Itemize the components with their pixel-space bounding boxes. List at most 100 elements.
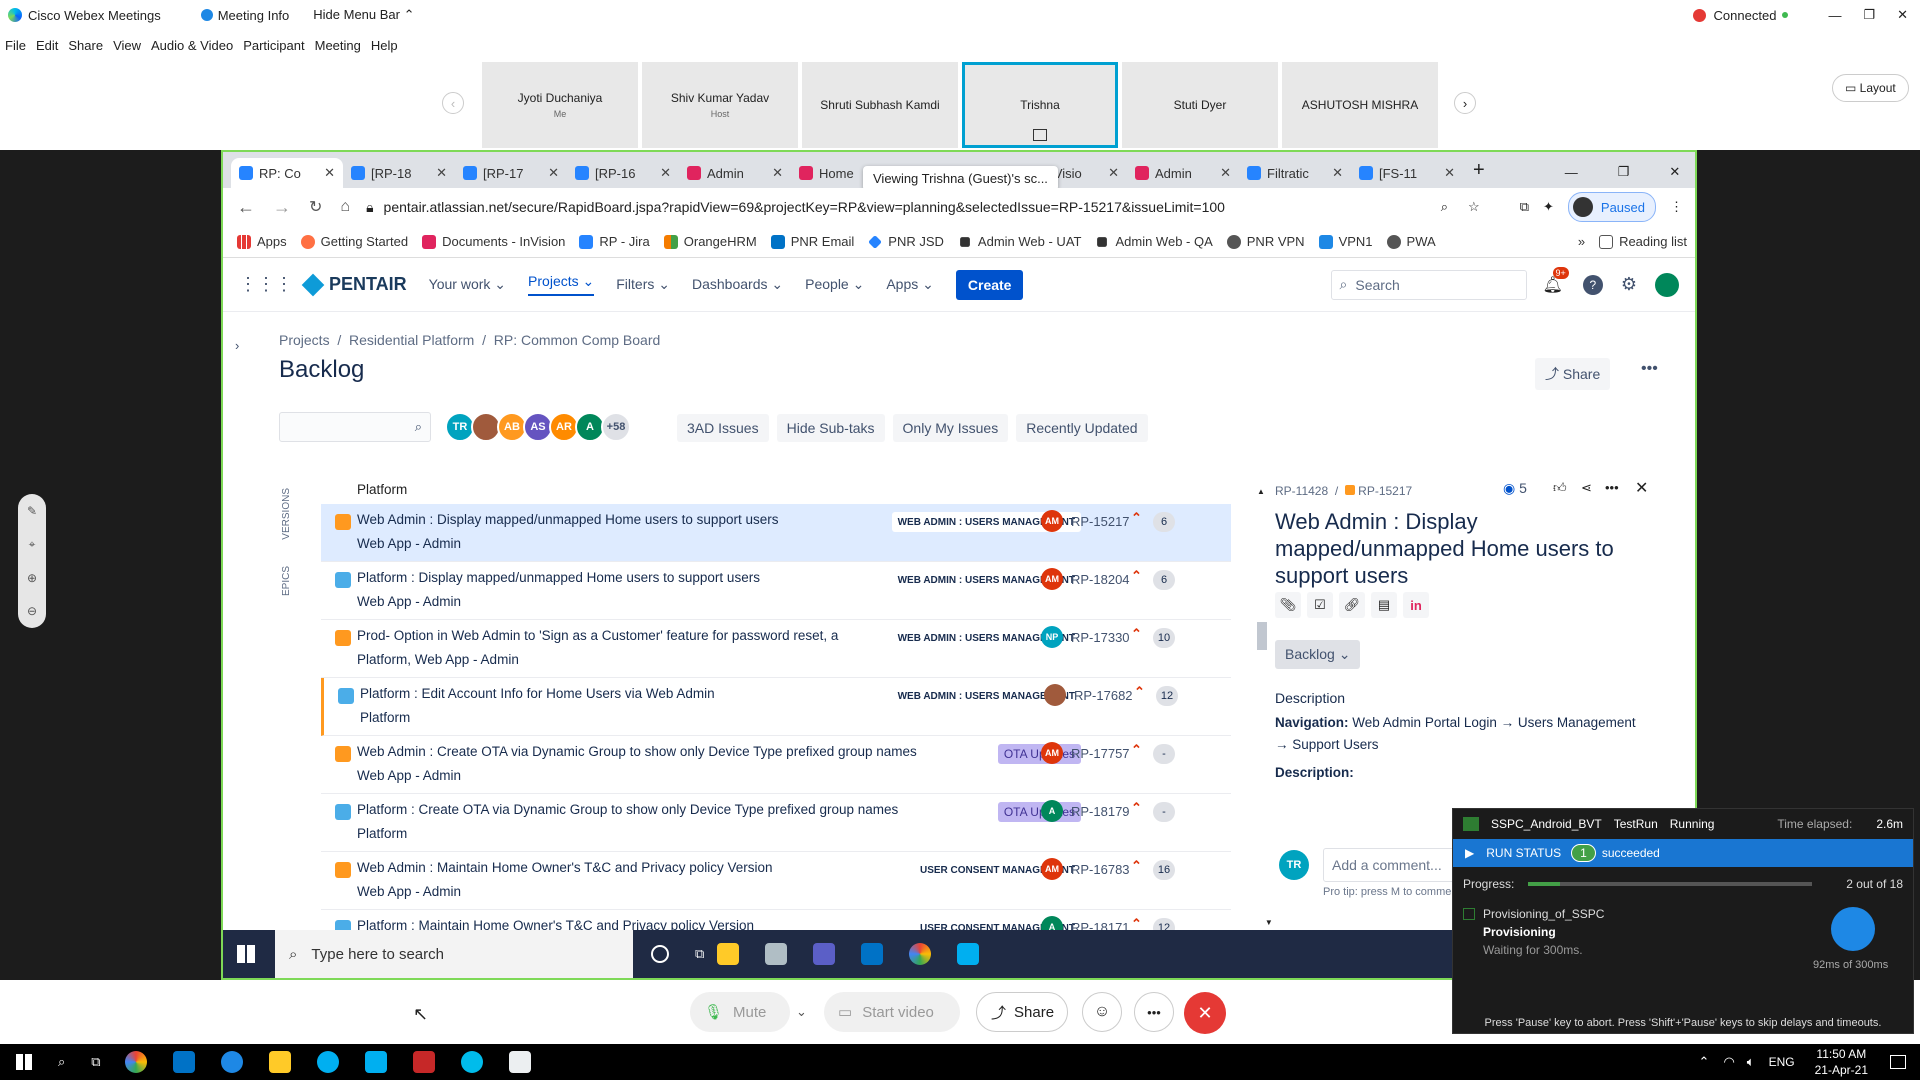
share-button[interactable]: ⤴ Share bbox=[1535, 358, 1611, 390]
list-scrollbar[interactable]: ▲ ▼ bbox=[1257, 482, 1273, 930]
leave-meeting-icon[interactable]: ✕ bbox=[1184, 992, 1226, 1034]
puzzle-icon[interactable]: ✦ bbox=[1543, 199, 1554, 215]
task-view-icon[interactable]: ⧉ bbox=[91, 1054, 100, 1070]
outlook-icon[interactable] bbox=[172, 1051, 195, 1073]
issue-key[interactable]: RP-17682 bbox=[1074, 688, 1133, 703]
bookmark-item[interactable]: Documents - InVision bbox=[422, 234, 565, 249]
menu-help[interactable]: Help bbox=[371, 38, 398, 53]
menu-participant[interactable]: Participant bbox=[243, 38, 304, 53]
versions-tab[interactable]: VERSIONS bbox=[281, 488, 292, 540]
table-row[interactable]: Web Admin : Display mapped/unmapped Home… bbox=[321, 504, 1231, 562]
browser-tab[interactable]: Admin ✕ bbox=[1127, 158, 1239, 188]
reload-icon[interactable]: ↻ bbox=[309, 197, 322, 217]
like-icon[interactable]: 👍︎ bbox=[1553, 480, 1567, 496]
webex-icon[interactable] bbox=[460, 1051, 483, 1073]
scroll-thumb[interactable] bbox=[1257, 622, 1267, 650]
issue-key[interactable]: RP-16783 bbox=[1071, 862, 1130, 877]
nav-projects[interactable]: Projects ⌄ bbox=[528, 273, 595, 296]
issue-title[interactable]: Web Admin : Display mapped/unmapped Home… bbox=[1275, 508, 1635, 589]
profile-paused-button[interactable]: Paused bbox=[1567, 192, 1656, 222]
close-tab-icon[interactable]: ✕ bbox=[1332, 165, 1343, 181]
volume-icon[interactable]: 🔈︎ bbox=[1747, 1054, 1755, 1070]
close-tab-icon[interactable]: ✕ bbox=[660, 165, 671, 181]
mute-options-icon[interactable]: ⌄ bbox=[796, 1004, 807, 1020]
browser-tab[interactable]: [RP-17 ✕ bbox=[455, 158, 567, 188]
menu-view[interactable]: View bbox=[113, 38, 141, 53]
extension-icon[interactable]: ⧉ bbox=[1520, 199, 1529, 215]
meeting-info-button[interactable]: Meeting Info bbox=[200, 8, 289, 23]
edge-icon[interactable] bbox=[220, 1051, 243, 1073]
parent-key[interactable]: RP-11428 bbox=[1275, 484, 1328, 498]
table-row[interactable]: Platform : Maintain Home Owner's T&C and… bbox=[321, 910, 1231, 930]
scroll-up-icon[interactable]: ▲ bbox=[1257, 487, 1265, 496]
issue-key[interactable]: RP-15217 bbox=[1071, 514, 1130, 529]
close-icon[interactable]: ✕ bbox=[1897, 7, 1908, 23]
browser-tab[interactable]: Admin ✕ bbox=[679, 158, 791, 188]
task-view-icon[interactable]: ⧉ bbox=[695, 946, 704, 962]
nav-apps[interactable]: Apps ⌄ bbox=[886, 276, 934, 293]
nav-filters[interactable]: Filters ⌄ bbox=[616, 276, 670, 293]
taskbar-search-input[interactable]: ⌕ Type here to search bbox=[275, 930, 633, 978]
skype-business-icon[interactable] bbox=[364, 1051, 387, 1073]
url-field[interactable]: 🔒︎ pentair.atlassian.net/secure/RapidBoar… bbox=[366, 193, 1433, 221]
filter-only-my-issues[interactable]: Only My Issues bbox=[892, 414, 1009, 442]
participant-tile-active[interactable]: Trishna bbox=[962, 62, 1118, 148]
close-tab-icon[interactable]: ✕ bbox=[1108, 165, 1119, 181]
notifications-icon[interactable] bbox=[1890, 1055, 1906, 1069]
clock[interactable]: 11:50 AM 21-Apr-21 bbox=[1815, 1046, 1868, 1078]
browser-tab[interactable]: Filtratic ✕ bbox=[1239, 158, 1351, 188]
search-icon[interactable]: ⌕ bbox=[58, 1054, 65, 1070]
minimize-icon[interactable]: — bbox=[1828, 8, 1841, 23]
table-row[interactable]: Web Admin : Create OTA via Dynamic Group… bbox=[321, 736, 1231, 794]
filter-3ad-issues[interactable]: 3AD Issues bbox=[677, 414, 769, 442]
participant-tile[interactable]: Jyoti Duchaniya Me bbox=[482, 62, 638, 148]
skype-icon[interactable] bbox=[957, 943, 980, 965]
close-tab-icon[interactable]: ✕ bbox=[436, 165, 447, 181]
more-bookmarks-icon[interactable]: » bbox=[1578, 234, 1585, 249]
breadcrumb-project[interactable]: Residential Platform bbox=[349, 332, 474, 348]
table-row[interactable]: Platform : Edit Account Info for Home Us… bbox=[321, 678, 1231, 736]
watch-icon[interactable]: ◉ 5 bbox=[1503, 480, 1527, 497]
attach-icon[interactable]: 📎︎ bbox=[1275, 592, 1301, 618]
zoom-in-icon[interactable]: ⊕ bbox=[27, 571, 37, 585]
breadcrumb-projects[interactable]: Projects bbox=[279, 332, 330, 348]
epic-label[interactable]: OTA Updates bbox=[997, 744, 1081, 764]
bookmark-item[interactable]: Admin Web - UAT bbox=[958, 234, 1081, 249]
bookmark-item[interactable]: PWA bbox=[1386, 234, 1436, 249]
forward-icon[interactable]: → bbox=[273, 197, 291, 218]
notifications-icon[interactable]: 🔔︎ 9+ bbox=[1543, 266, 1569, 295]
teams-icon[interactable] bbox=[813, 943, 836, 965]
next-participants-icon[interactable]: › bbox=[1454, 92, 1476, 114]
tray-chevron-icon[interactable]: ⌃ bbox=[1699, 1054, 1710, 1070]
table-row[interactable]: Web Admin : Maintain Home Owner's T&C an… bbox=[321, 852, 1231, 910]
back-icon[interactable]: ← bbox=[237, 197, 255, 218]
table-row[interactable]: Prod- Option in Web Admin to 'Sign as a … bbox=[321, 620, 1231, 678]
home-icon[interactable]: ⌂ bbox=[340, 198, 350, 216]
share-icon[interactable]: ⋖ bbox=[1581, 480, 1592, 496]
subtask-icon[interactable]: ☑ bbox=[1307, 592, 1333, 618]
chrome-icon[interactable] bbox=[909, 943, 932, 965]
tool-icon[interactable] bbox=[412, 1051, 435, 1073]
invision-icon[interactable]: in bbox=[1403, 592, 1429, 618]
skype-icon[interactable] bbox=[316, 1051, 339, 1073]
filter-hide-subtasks[interactable]: Hide Sub-taks bbox=[776, 414, 885, 442]
nav-people[interactable]: People ⌄ bbox=[805, 276, 864, 293]
cortana-icon[interactable] bbox=[651, 945, 669, 963]
menu-audio-video[interactable]: Audio & Video bbox=[151, 38, 233, 53]
bookmark-item[interactable]: Admin Web - QA bbox=[1095, 234, 1213, 249]
app-switcher-icon[interactable]: ⋮⋮⋮ bbox=[239, 274, 293, 295]
issue-key[interactable]: RP-18171 bbox=[1071, 920, 1130, 930]
nav-your-work[interactable]: Your work ⌄ bbox=[429, 276, 506, 293]
avatar-more[interactable]: +58 bbox=[601, 412, 631, 442]
menu-edit[interactable]: Edit bbox=[36, 38, 58, 53]
browser-tab[interactable]: [RP-16 ✕ bbox=[567, 158, 679, 188]
bookmark-item[interactable]: Getting Started bbox=[300, 234, 408, 249]
app-icon[interactable] bbox=[765, 943, 788, 965]
zoom-out-icon[interactable]: ⊖ bbox=[27, 604, 37, 618]
bookmark-item[interactable]: RP - Jira bbox=[579, 234, 650, 249]
outlook-icon[interactable] bbox=[861, 943, 884, 965]
hide-menu-button[interactable]: Hide Menu Bar ⌃ bbox=[313, 7, 414, 23]
filter-recently-updated[interactable]: Recently Updated bbox=[1016, 414, 1148, 442]
issue-key[interactable]: RP-17330 bbox=[1071, 630, 1130, 645]
participant-tile[interactable]: Stuti Dyer bbox=[1122, 62, 1278, 148]
